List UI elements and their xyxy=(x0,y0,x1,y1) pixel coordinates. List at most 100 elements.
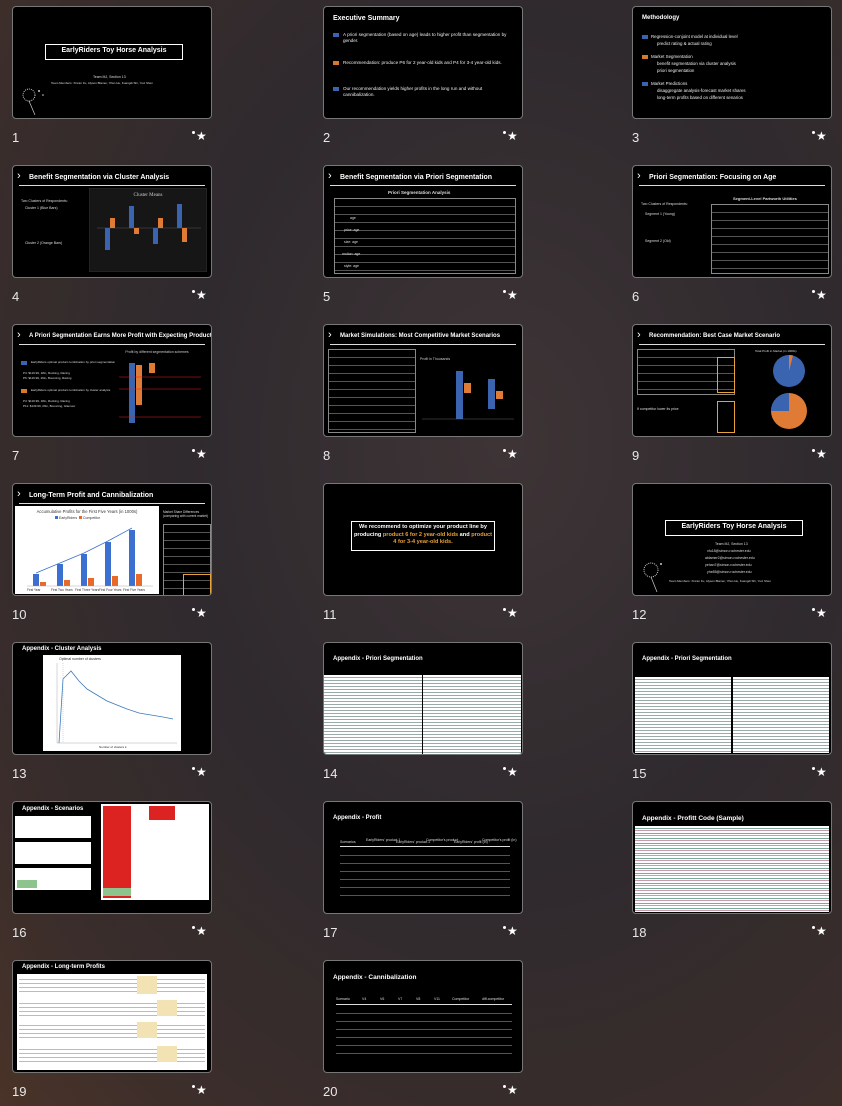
slide-number: 17 xyxy=(323,925,338,940)
chart-title: Profit by different segmentation schemes xyxy=(125,350,189,354)
slide-title: EarlyRiders Toy Horse Analysis xyxy=(61,47,167,54)
slide-preview[interactable]: Appendix - Scenarios xyxy=(12,801,212,914)
slide-preview[interactable]: Appendix - Profit Scenarios EarlyRiders'… xyxy=(323,801,523,914)
slide-preview[interactable]: › Market Simulations: Most Competitive M… xyxy=(323,324,523,437)
slide-preview[interactable]: EarlyRiders Toy Horse Analysis Team MJ, … xyxy=(12,6,212,119)
slide-number: 2 xyxy=(323,130,331,145)
star-icon[interactable]: ★ xyxy=(812,447,827,461)
bullet-text: disaggregate analysis-forecast market sh… xyxy=(657,88,746,93)
slide-preview[interactable]: › Recommendation: Best Case Market Scena… xyxy=(632,324,832,437)
slide-preview[interactable]: Appendix - Priori Segmentation xyxy=(323,642,523,755)
bullet-text: predict rating & actual rating xyxy=(657,41,712,46)
members-line: Team Members: Xinran Fu, Alyson Blamer, … xyxy=(669,579,771,583)
slide-title: Long-Term Profit and Cannibalization xyxy=(29,492,154,499)
bullet-icon xyxy=(333,33,339,37)
star-icon[interactable]: ★ xyxy=(192,129,207,143)
bullet-icon xyxy=(21,389,27,393)
slide-number: 12 xyxy=(632,607,647,622)
table-header: Scenario V4 V6 V7 V8 V11 Competitor diff… xyxy=(336,996,512,1005)
star-icon[interactable]: ★ xyxy=(503,606,518,620)
slide-number: 16 xyxy=(12,925,27,940)
scenario-sheet xyxy=(15,842,91,864)
star-icon[interactable]: ★ xyxy=(812,606,827,620)
star-icon[interactable]: ★ xyxy=(503,1083,518,1097)
pie-charts xyxy=(771,354,807,429)
code-output-panel xyxy=(733,677,829,753)
bullet-text: Recommendation: produce P6 for 2 year-ol… xyxy=(343,60,502,65)
slide-preview[interactable]: › A Priori Segmentation Earns More Profi… xyxy=(12,324,212,437)
team-line: Team MJ, Section 13 xyxy=(715,542,748,546)
star-icon[interactable]: ★ xyxy=(503,924,518,938)
star-icon[interactable]: ★ xyxy=(192,924,207,938)
slide-title: Appendix - Profit xyxy=(333,815,382,821)
slide-number: 4 xyxy=(12,289,20,304)
side-title: Market Share Differences (comparing with… xyxy=(163,510,208,518)
table-header: Scenarios EarlyRiders' product 1 EarlyRi… xyxy=(340,838,517,847)
bullet-icon xyxy=(333,87,339,91)
chevron-right-icon: › xyxy=(328,329,332,341)
chart-title: Profit in Thousands xyxy=(420,357,450,361)
cluster-2-label: Cluster 2 (Orange Bars) xyxy=(25,241,63,245)
slide-preview[interactable]: We recommend to optimize your product li… xyxy=(323,483,523,596)
scenario-sheet xyxy=(15,816,91,838)
star-icon[interactable]: ★ xyxy=(192,288,207,302)
star-icon[interactable]: ★ xyxy=(812,765,827,779)
slide-preview[interactable]: › Benefit Segmentation via Priori Segmen… xyxy=(323,165,523,278)
slide-preview[interactable]: › Priori Segmentation: Focusing on Age T… xyxy=(632,165,832,278)
x-axis-label: First Two Years xyxy=(51,588,73,592)
title-underline xyxy=(639,185,825,186)
star-icon[interactable]: ★ xyxy=(192,1083,207,1097)
slide-preview[interactable]: Executive Summary A priori segmentation … xyxy=(323,6,523,119)
slide-title: Executive Summary xyxy=(333,15,400,22)
slide-preview[interactable]: Appendix - Priori Segmentation xyxy=(632,642,832,755)
chevron-right-icon: › xyxy=(328,170,332,182)
star-icon[interactable]: ★ xyxy=(503,447,518,461)
star-icon[interactable]: ★ xyxy=(812,129,827,143)
star-icon[interactable]: ★ xyxy=(812,924,827,938)
slide-preview[interactable]: Appendix - Cluster Analysis Optimal numb… xyxy=(12,642,212,755)
star-icon[interactable]: ★ xyxy=(812,288,827,302)
star-icon[interactable]: ★ xyxy=(503,129,518,143)
star-icon[interactable]: ★ xyxy=(192,765,207,779)
slide-preview[interactable]: Appendix - Cannibalization Scenario V4 V… xyxy=(323,960,523,1073)
dandelion-icon xyxy=(22,88,44,115)
bullet-icon xyxy=(642,35,648,39)
star-icon[interactable]: ★ xyxy=(503,765,518,779)
profit-chart: Profit in Thousands xyxy=(420,357,514,420)
title-underline xyxy=(19,503,205,504)
slide-number: 10 xyxy=(12,607,27,622)
slide-preview[interactable]: Appendix - Long-term Profits xyxy=(12,960,212,1073)
row-label: price: age xyxy=(344,228,360,232)
recommendation-text: We recommend to optimize your product li… xyxy=(353,524,493,545)
profit-table xyxy=(340,848,510,896)
bullet-icon xyxy=(642,55,648,59)
option-text: EarlyRiders optimal product combination … xyxy=(31,360,116,364)
red-cells xyxy=(103,806,131,898)
slide-number: 6 xyxy=(632,289,640,304)
slide-number: 14 xyxy=(323,766,338,781)
slide-title: Recommendation: Best Case Market Scenari… xyxy=(649,333,781,339)
chevron-right-icon: › xyxy=(17,170,21,182)
slide-number: 5 xyxy=(323,289,331,304)
bullet-text: long-term profits based on different sen… xyxy=(657,95,743,100)
code-output-panel xyxy=(635,677,731,753)
slide-number: 13 xyxy=(12,766,27,781)
highlight-box xyxy=(717,357,735,393)
slide-preview[interactable]: Appendix - Profitt Code (Sample) xyxy=(632,801,832,914)
slide-preview[interactable]: EarlyRiders Toy Horse Analysis Team MJ, … xyxy=(632,483,832,596)
slide-preview[interactable]: › Long-Term Profit and Cannibalization A… xyxy=(12,483,212,596)
slide-preview[interactable]: › Benefit Segmentation via Cluster Analy… xyxy=(12,165,212,278)
slide-title: Appendix - Cannibalization xyxy=(333,974,417,981)
slide-title: A Priori Segmentation Earns More Profit … xyxy=(29,333,212,339)
cluster-intro: Two Clusters of Respondents: xyxy=(21,199,68,203)
slide-title: Benefit Segmentation via Priori Segmenta… xyxy=(340,174,493,181)
slide-title: Appendix - Cluster Analysis xyxy=(22,646,102,652)
star-icon[interactable]: ★ xyxy=(192,606,207,620)
table-title: Priori Segmentation Analysis xyxy=(388,190,451,195)
star-icon[interactable]: ★ xyxy=(503,288,518,302)
slide-preview[interactable]: Methodology Regression-conjoint model at… xyxy=(632,6,832,119)
option-text: EarlyRiders optimal product combination … xyxy=(31,388,111,392)
chart-title: Optimal number of clusters xyxy=(59,657,101,661)
star-icon[interactable]: ★ xyxy=(192,447,207,461)
row-label: size: age xyxy=(344,240,359,244)
